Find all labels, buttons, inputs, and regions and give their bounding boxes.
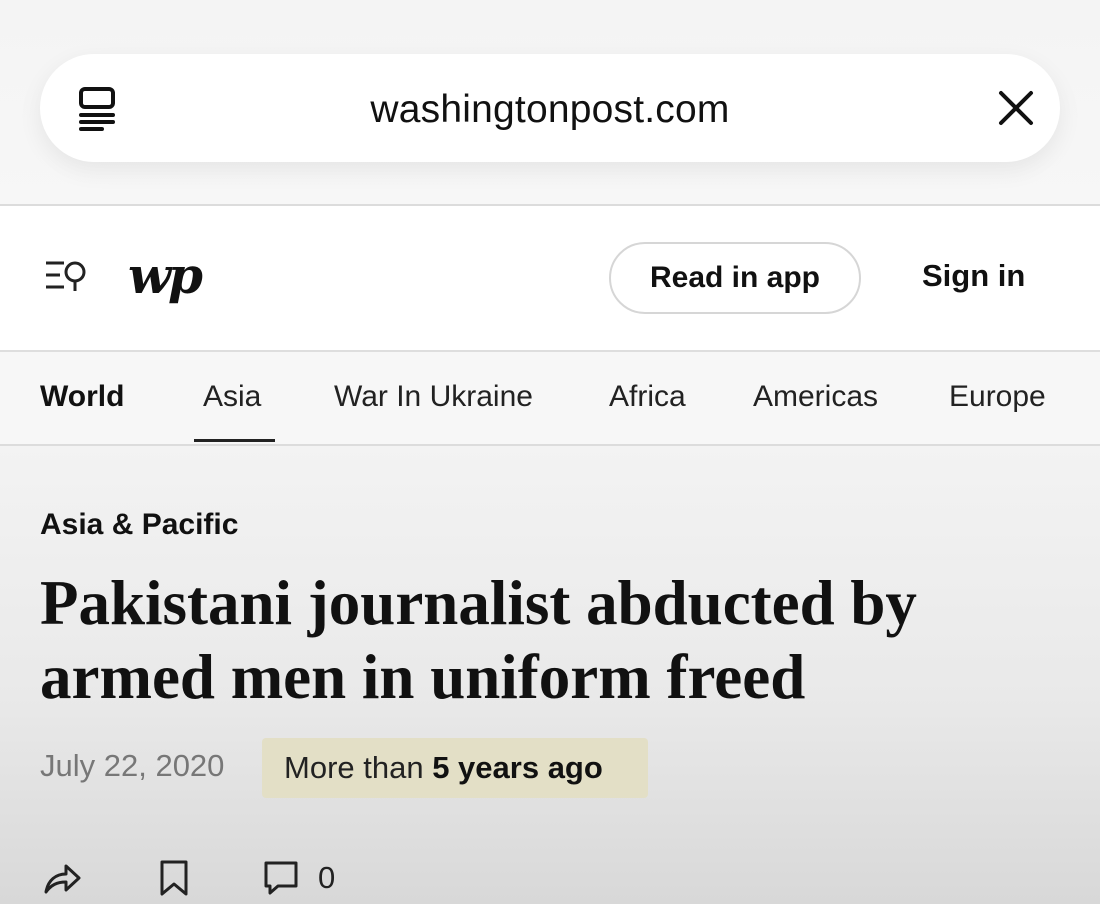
section-kicker[interactable]: Asia & Pacific [40, 508, 238, 542]
section-nav [0, 352, 1100, 446]
sign-in-link[interactable]: Sign in [922, 258, 1025, 294]
active-tab-indicator [194, 439, 275, 442]
url-text[interactable]: washingtonpost.com [0, 88, 1100, 132]
nav-item-war-in-ukraine[interactable]: War In Ukraine [334, 380, 533, 414]
article-age-badge: More than 5 years ago [262, 738, 648, 798]
nav-item-africa[interactable]: Africa [609, 380, 686, 414]
bookmark-icon[interactable] [156, 858, 196, 898]
article-headline: Pakistani journalist abducted by armed m… [40, 568, 917, 712]
comment-icon[interactable] [262, 858, 302, 898]
close-icon[interactable] [996, 88, 1036, 128]
comment-count[interactable]: 0 [318, 860, 335, 896]
publish-date: July 22, 2020 [40, 748, 225, 783]
nav-item-asia[interactable]: Asia [203, 380, 261, 414]
nav-item-americas[interactable]: Americas [753, 380, 878, 414]
washington-post-logo[interactable]: wp [128, 246, 203, 310]
share-icon[interactable] [42, 858, 82, 898]
menu-search-icon[interactable] [44, 257, 88, 295]
age-prefix: More than [284, 750, 424, 785]
nav-item-europe[interactable]: Europe [949, 380, 1046, 414]
nav-item-world[interactable]: World [40, 380, 124, 414]
age-value: 5 years ago [432, 750, 603, 785]
read-in-app-button[interactable]: Read in app [609, 242, 861, 314]
